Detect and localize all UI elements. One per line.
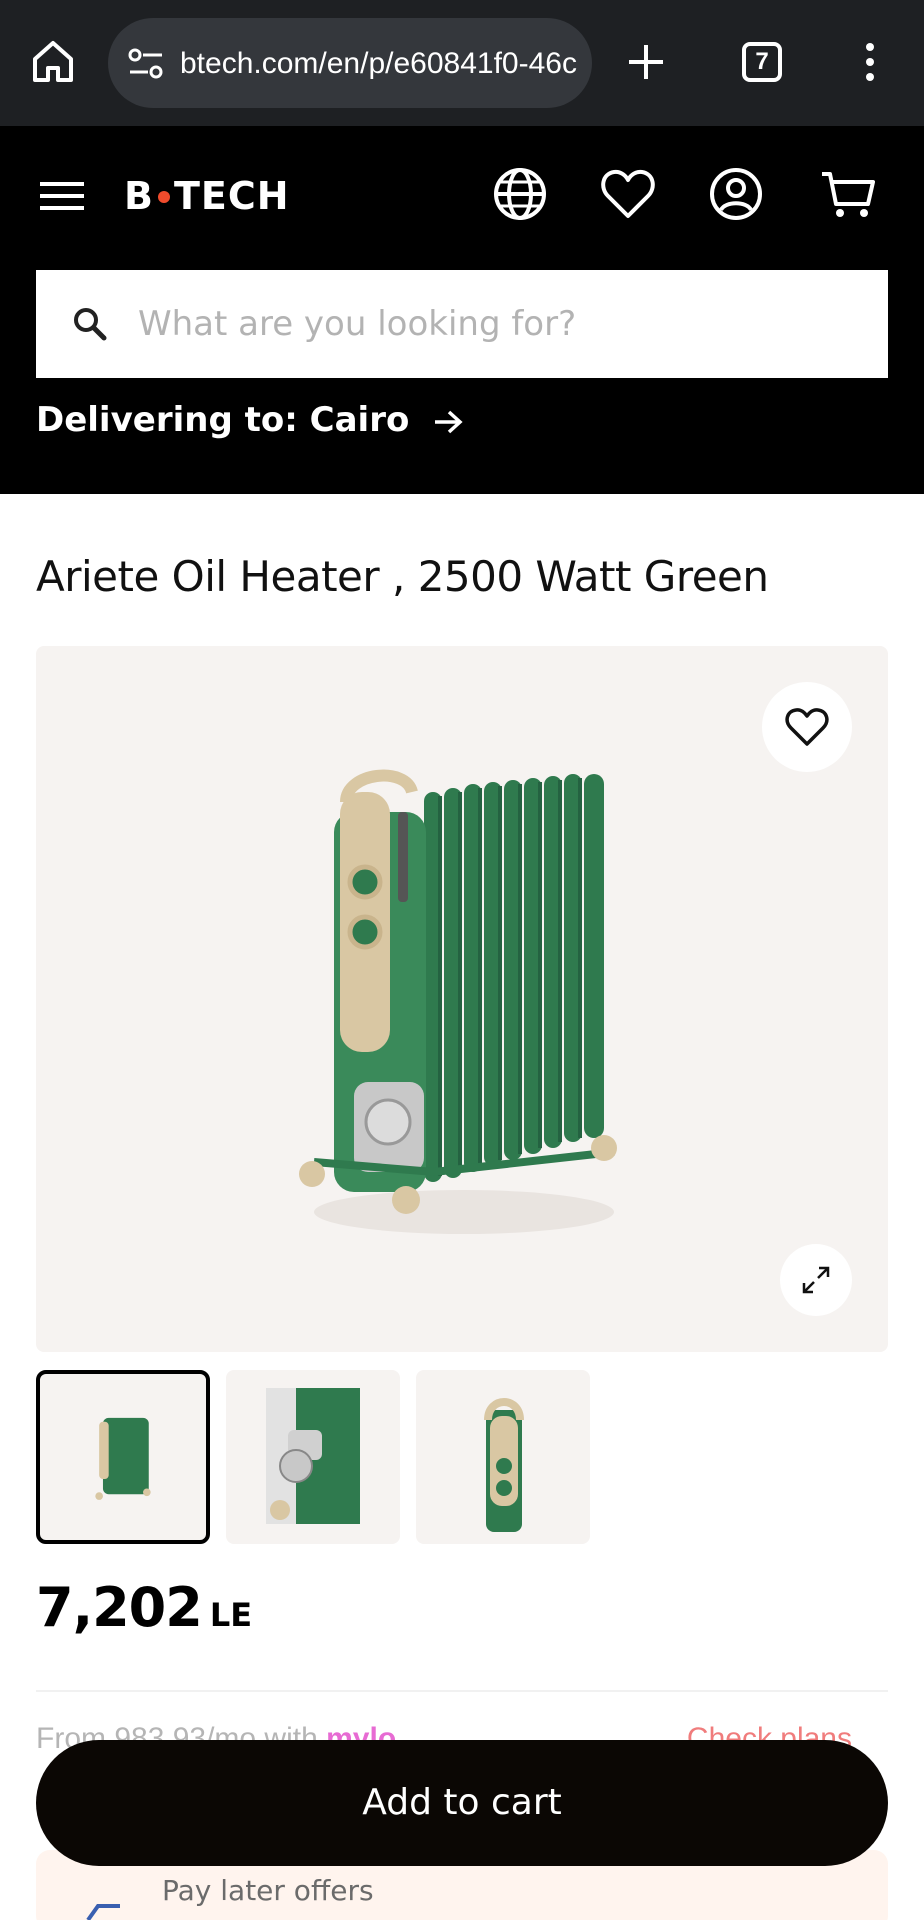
- url-text[interactable]: btech.com/en/p/e60841f0-46c: [180, 46, 582, 82]
- menu-icon[interactable]: [40, 180, 84, 212]
- add-to-cart-button[interactable]: Add to cart: [36, 1740, 888, 1866]
- cart-icon[interactable]: [820, 166, 876, 222]
- more-menu-icon[interactable]: [860, 42, 880, 82]
- pay-later-label: Pay later offers: [162, 1874, 374, 1907]
- thumbnail-1[interactable]: [36, 1370, 210, 1544]
- btech-logo[interactable]: B TECH: [124, 174, 290, 218]
- product-title: Ariete Oil Heater , 2500 Watt Green: [36, 552, 769, 601]
- logo-dot: [157, 190, 170, 203]
- account-icon[interactable]: [708, 166, 764, 222]
- thumbnail-image: [266, 1388, 360, 1524]
- search-icon: [74, 308, 107, 341]
- arrow-right-icon: [435, 410, 463, 433]
- expand-image-button[interactable]: [780, 1244, 852, 1316]
- site-header: B TECH Delivering to: Cairo: [0, 126, 924, 494]
- add-to-wishlist-button[interactable]: [762, 682, 852, 772]
- new-tab-icon[interactable]: [626, 42, 666, 82]
- address-bar[interactable]: btech.com/en/p/e60841f0-46c: [108, 18, 592, 108]
- delivery-location[interactable]: Delivering to: Cairo: [36, 400, 463, 440]
- delivery-label: Delivering to: Cairo: [36, 400, 410, 440]
- wishlist-icon[interactable]: [600, 166, 656, 222]
- thumbnail-image: [484, 1398, 524, 1532]
- thumbnail-3[interactable]: [416, 1370, 590, 1544]
- tabs-icon[interactable]: 7: [742, 42, 782, 82]
- thumbnail-image: [95, 1417, 151, 1500]
- divider: [36, 1690, 888, 1692]
- price-currency: LE: [209, 1596, 253, 1634]
- thumbnail-2[interactable]: [226, 1370, 400, 1544]
- price-value: 7,202: [36, 1576, 203, 1639]
- heart-icon: [785, 708, 829, 746]
- site-settings-icon[interactable]: [126, 46, 166, 82]
- logo-text-left: B: [124, 174, 154, 218]
- globe-icon[interactable]: [492, 166, 548, 222]
- home-icon[interactable]: [30, 38, 76, 84]
- pay-later-icon: [86, 1904, 120, 1920]
- search-input[interactable]: [138, 294, 858, 354]
- product-gallery[interactable]: [36, 646, 888, 1352]
- product-image[interactable]: [294, 752, 634, 1242]
- product-price: 7,202 LE: [36, 1576, 252, 1639]
- logo-text-right: TECH: [173, 174, 290, 218]
- search-bar[interactable]: [36, 270, 888, 378]
- expand-icon: [802, 1266, 830, 1294]
- browser-toolbar: btech.com/en/p/e60841f0-46c 7: [0, 0, 924, 126]
